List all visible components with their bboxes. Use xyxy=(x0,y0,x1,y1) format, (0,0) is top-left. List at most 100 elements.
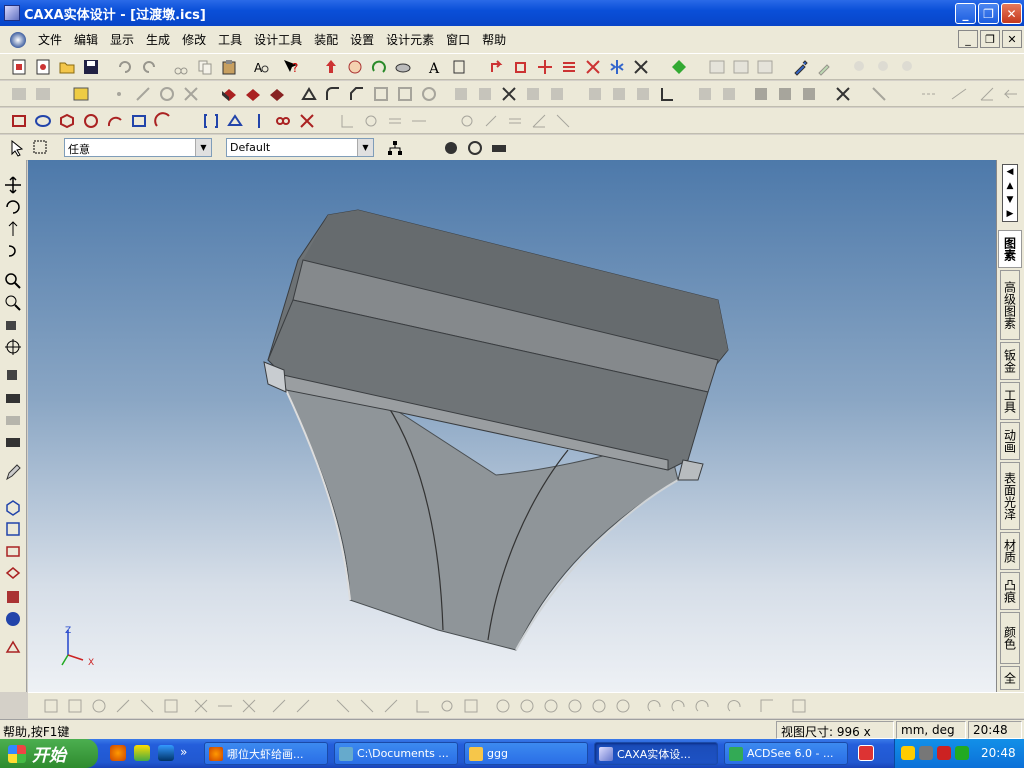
red-app-icon[interactable] xyxy=(858,745,874,761)
constraint-coinc-icon[interactable] xyxy=(482,112,500,130)
zoom-window-icon[interactable] xyxy=(4,294,22,312)
bottom-tool-15-icon[interactable] xyxy=(414,697,432,715)
bottom-tool-11-icon[interactable] xyxy=(294,697,312,715)
cut-icon[interactable] xyxy=(172,58,190,76)
bottom-tool-9-icon[interactable] xyxy=(240,697,258,715)
close-button[interactable]: ✕ xyxy=(1001,3,1022,24)
constraint-circle-icon[interactable] xyxy=(458,112,476,130)
messenger-icon[interactable] xyxy=(134,745,150,761)
spotlight-icon[interactable] xyxy=(874,58,892,76)
fillet-icon[interactable] xyxy=(324,85,342,103)
orbit-rotate-icon[interactable] xyxy=(4,198,22,216)
bottom-tool-7-icon[interactable] xyxy=(192,697,210,715)
car-render-icon[interactable] xyxy=(490,139,508,157)
restore-button[interactable]: ❐ xyxy=(978,3,999,24)
bottom-tool-12-icon[interactable] xyxy=(334,697,352,715)
constraint-eq-icon[interactable] xyxy=(506,112,524,130)
zoom-icon[interactable] xyxy=(4,272,22,290)
align-icon[interactable] xyxy=(560,58,578,76)
view-camera-icon[interactable] xyxy=(4,316,22,334)
bottom-tool-21-icon[interactable] xyxy=(566,697,584,715)
angle-icon[interactable] xyxy=(978,85,996,103)
menu-modify[interactable]: 修改 xyxy=(176,31,212,48)
tab-elements[interactable]: 图素 xyxy=(998,230,1022,268)
anchor-point-icon[interactable] xyxy=(536,58,554,76)
tab-scroll-arrows[interactable]: ◀ ▲ ▼ ▶ xyxy=(1002,164,1018,222)
camera-list-icon[interactable] xyxy=(4,432,22,450)
hand-grab-icon[interactable] xyxy=(346,58,364,76)
bottom-tool-20-icon[interactable] xyxy=(542,697,560,715)
chevron-down-icon[interactable]: ▼ xyxy=(195,139,211,156)
more-quick-launch-icon[interactable]: » xyxy=(180,745,187,759)
cross-icon[interactable] xyxy=(182,85,200,103)
bottom-tool-25-icon[interactable] xyxy=(670,697,688,715)
design-viewport[interactable]: Z X xyxy=(28,160,996,692)
bottom-tool-18-icon[interactable] xyxy=(494,697,512,715)
menu-help[interactable]: 帮助 xyxy=(476,31,512,48)
shading-icon[interactable] xyxy=(4,588,22,606)
task-forum[interactable]: 哪位大虾给画... xyxy=(204,742,328,765)
section-icon[interactable] xyxy=(696,85,714,103)
line-icon[interactable] xyxy=(134,85,152,103)
copy-icon[interactable] xyxy=(196,58,214,76)
sketch-line-icon[interactable] xyxy=(870,85,888,103)
menu-settings[interactable]: 设置 xyxy=(344,31,380,48)
bottom-tool-1-icon[interactable] xyxy=(42,697,60,715)
render-icon[interactable] xyxy=(670,58,688,76)
network-warning-icon[interactable] xyxy=(901,746,915,760)
bend-icon[interactable] xyxy=(776,85,794,103)
smart-snap-icon[interactable] xyxy=(466,139,484,157)
menu-edit[interactable]: 编辑 xyxy=(68,31,104,48)
view-top-icon[interactable] xyxy=(4,542,22,560)
bottom-tool-2-icon[interactable] xyxy=(66,697,84,715)
boolean-subtract-icon[interactable] xyxy=(476,85,494,103)
bottom-tool-27-icon[interactable] xyxy=(726,697,744,715)
view-point-icon[interactable] xyxy=(4,366,22,384)
tree-view-icon[interactable] xyxy=(386,139,404,157)
bottom-tool-3-icon[interactable] xyxy=(90,697,108,715)
arrow-up-right-icon[interactable] xyxy=(488,58,506,76)
find-icon[interactable]: A xyxy=(252,58,270,76)
camera-dim-icon[interactable] xyxy=(4,410,22,428)
curve-arrow-icon[interactable] xyxy=(154,112,172,130)
paste-icon[interactable] xyxy=(220,58,238,76)
tool-x-icon[interactable] xyxy=(834,85,852,103)
sketch-tool-icon[interactable] xyxy=(226,112,244,130)
view-side-icon[interactable] xyxy=(634,85,652,103)
camera-icon[interactable] xyxy=(4,388,22,406)
loft-icon[interactable] xyxy=(300,85,318,103)
mirror-icon[interactable] xyxy=(608,58,626,76)
sheet-metal-icon[interactable] xyxy=(752,85,770,103)
bottom-tool-24-icon[interactable] xyxy=(646,697,664,715)
dash-line-icon[interactable] xyxy=(920,85,938,103)
minimize-button[interactable]: _ xyxy=(955,3,976,24)
unfold-icon[interactable] xyxy=(800,85,818,103)
task-acdsee[interactable]: ACDSee 6.0 - ... xyxy=(724,742,848,765)
task-caxa[interactable]: CAXA实体设... xyxy=(594,742,718,765)
start-button[interactable]: 开始 xyxy=(0,739,98,768)
view-top-icon[interactable] xyxy=(610,85,628,103)
menu-assembly[interactable]: 装配 xyxy=(308,31,344,48)
text-tool-icon[interactable]: A xyxy=(426,58,444,76)
sweep-icon[interactable] xyxy=(268,85,286,103)
style-combo[interactable]: Default ▼ xyxy=(226,138,374,157)
tab-animation[interactable]: 动画 xyxy=(1000,422,1020,460)
smart-render-icon[interactable] xyxy=(442,139,460,157)
thicken-icon[interactable] xyxy=(524,85,542,103)
delete-icon[interactable] xyxy=(632,58,650,76)
caxa-app-icon[interactable] xyxy=(4,5,20,21)
sketch-mirror-icon[interactable] xyxy=(250,112,268,130)
spiral-icon[interactable] xyxy=(82,112,100,130)
cube-position-icon[interactable] xyxy=(512,58,530,76)
view-iso-icon[interactable] xyxy=(4,498,22,516)
box-blue-icon[interactable] xyxy=(130,112,148,130)
extrude-icon[interactable] xyxy=(220,85,238,103)
list-view-icon[interactable] xyxy=(756,58,774,76)
bottom-tool-19-icon[interactable] xyxy=(518,697,536,715)
bottom-tool-17-icon[interactable] xyxy=(462,697,480,715)
menu-view[interactable]: 显示 xyxy=(104,31,140,48)
menu-design-tools[interactable]: 设计工具 xyxy=(248,31,308,48)
link-icon[interactable] xyxy=(274,112,292,130)
bottom-tool-29-icon[interactable] xyxy=(790,697,808,715)
wireframe-icon[interactable] xyxy=(4,610,22,628)
